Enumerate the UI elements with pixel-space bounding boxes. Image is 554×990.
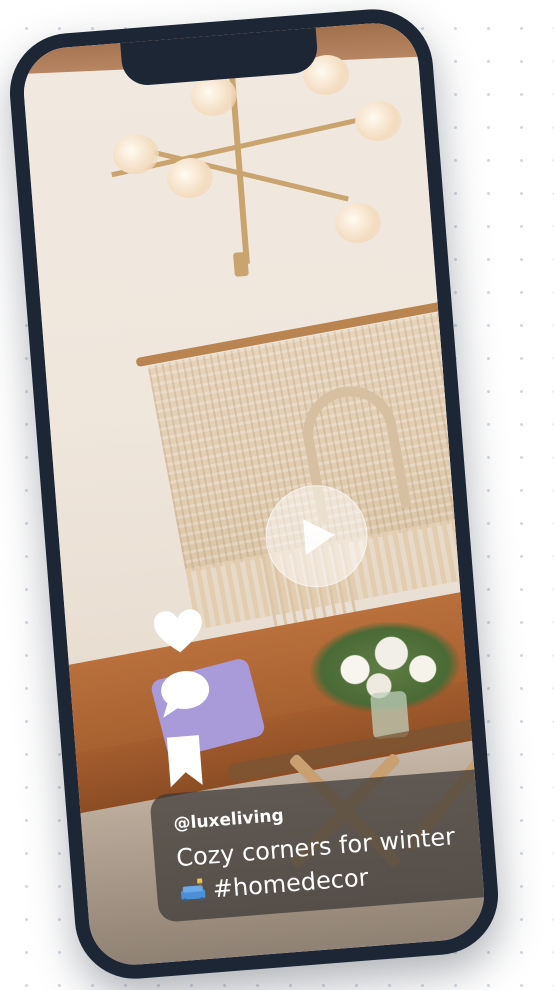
- chandelier-bulb: [333, 201, 383, 245]
- comment-button[interactable]: [156, 666, 216, 722]
- white-cushion: [468, 595, 488, 694]
- video-screen[interactable]: @luxeliving Cozy corners for winter #hom…: [20, 19, 488, 969]
- bookmark-icon: [166, 735, 203, 788]
- chandelier-cap: [233, 251, 249, 277]
- phone-frame: @luxeliving Cozy corners for winter #hom…: [5, 4, 503, 984]
- couch-and-lamp-icon: [178, 876, 208, 902]
- like-button[interactable]: [151, 606, 211, 662]
- speech-bubble-icon: [161, 670, 210, 718]
- chandelier-bulb: [353, 99, 403, 143]
- chandelier-bulb: [111, 132, 161, 176]
- heart-icon: [153, 609, 202, 653]
- save-button[interactable]: [161, 732, 221, 788]
- play-icon: [303, 516, 336, 556]
